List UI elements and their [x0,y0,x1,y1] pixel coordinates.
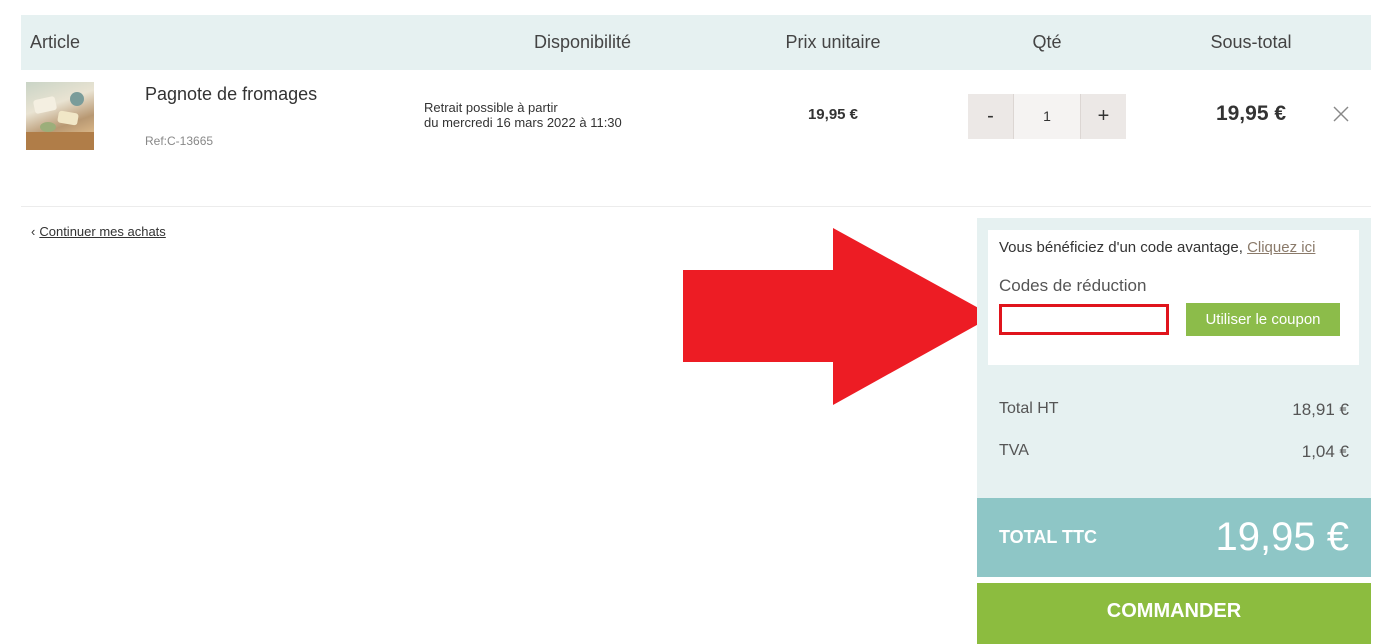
total-ttc-value: 19,95 € [1215,515,1349,559]
total-ht-label: Total HT [999,400,1059,417]
qty-increase-button[interactable]: + [1081,94,1126,139]
availability-line-1: Retrait possible à partir [424,100,558,115]
continue-shopping-label: Continuer mes achats [39,224,166,239]
header-sous-total: Sous-total [1210,32,1292,52]
availability-line-2: du mercredi 16 mars 2022 à 11:30 [424,115,622,130]
tva-value: 1,04 € [1301,442,1349,461]
product-availability: Retrait possible à partir du mercredi 16… [424,100,622,130]
advantage-notice: Vous bénéficiez d'un code avantage, Cliq… [999,239,1315,256]
cart-item-row: Pagnote de fromages Ref:C-13665 Retrait … [21,70,1371,207]
remove-item-button[interactable] [1331,104,1351,124]
cart-page: Article Disponibilité Prix unitaire Qté … [0,0,1389,644]
line-subtotal: 19,95 € [1215,102,1287,125]
quantity-stepper: - 1 + [968,94,1126,139]
chevron-left-icon: ‹ [31,224,36,239]
total-ttc-bar: TOTAL TTC 19,95 € [977,498,1371,577]
total-ht-value: 18,91 € [1292,400,1349,419]
total-ht-row: Total HT 18,91 € [999,400,1349,419]
advantage-text: Vous bénéficiez d'un code avantage, [999,239,1243,256]
checkout-button[interactable]: COMMANDER [977,583,1371,644]
qty-decrease-button[interactable]: - [968,94,1013,139]
header-disponibilite: Disponibilité [533,32,632,52]
red-arrow-annotation [683,228,993,405]
product-thumbnail[interactable] [26,82,94,150]
unit-price: 19,95 € [807,106,859,123]
header-article: Article [30,32,81,52]
advantage-link[interactable]: Cliquez ici [1247,239,1315,256]
coupon-box: Vous bénéficiez d'un code avantage, Cliq… [988,230,1359,365]
qty-value-field[interactable]: 1 [1013,94,1081,139]
continue-shopping-link[interactable]: ‹ Continuer mes achats [31,224,166,239]
order-summary-panel: Vous bénéficiez d'un code avantage, Cliq… [977,218,1371,498]
tva-row: TVA 1,04 € [999,442,1349,461]
apply-coupon-button[interactable]: Utiliser le coupon [1186,303,1340,336]
product-ref: Ref:C-13665 [145,134,214,148]
close-icon [1333,106,1349,122]
product-name-link[interactable]: Pagnote de fromages [145,84,317,105]
discount-codes-label: Codes de réduction [999,276,1147,295]
tva-label: TVA [999,442,1029,459]
cart-table-header: Article Disponibilité Prix unitaire Qté … [21,15,1371,70]
discount-code-input[interactable] [999,304,1169,335]
header-prix-unitaire: Prix unitaire [785,32,881,52]
total-ttc-label: TOTAL TTC [999,527,1097,547]
header-qte: Qté [1032,32,1062,52]
